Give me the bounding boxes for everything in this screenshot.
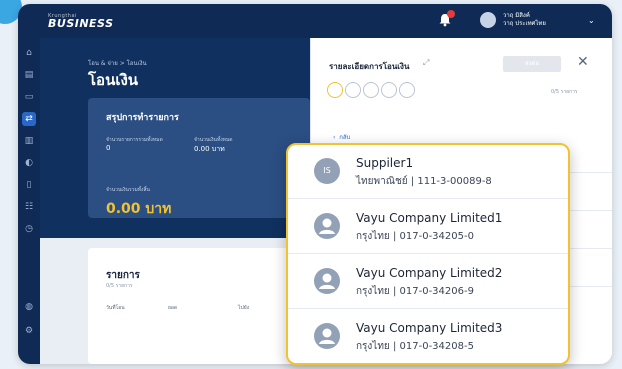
column-header[interactable]: วันที่โอน (106, 304, 125, 312)
amount-value: 0.00 บาท (194, 145, 225, 153)
back-link[interactable]: ‹ กลับ (333, 132, 350, 142)
recipient-account: กรุงไทย | 017-0-34205-0 (356, 231, 474, 242)
amount-label: จำนวนเงินทั้งหมด (194, 137, 233, 143)
page-header: โอน & จ่าย > โอนเงิน โอนเงิน สรุปการทำรา… (40, 38, 310, 238)
recipient-item[interactable]: Vayu Company Limited2 กรุงไทย | 017-0-34… (288, 255, 568, 309)
net-label: จำนวนเงินรวมทั้งสิ้น (106, 187, 150, 193)
panel-title: รายละเอียดการโอนเงิน (329, 62, 410, 71)
recipient-item[interactable]: Vayu Company Limited1 กรุงไทย | 017-0-34… (288, 200, 568, 254)
globe-icon[interactable]: ◍ (22, 300, 36, 314)
payment-icon[interactable]: ◐ (22, 156, 36, 170)
recipient-dropdown: IS Suppiler1 ไทยพาณิชย์ | 111-3-00089-8 … (286, 143, 570, 365)
close-icon[interactable]: ✕ (577, 54, 589, 70)
step-circle (327, 82, 343, 98)
step-circle (363, 82, 379, 98)
card-icon[interactable]: ▭ (22, 90, 36, 104)
home-icon[interactable]: ⌂ (22, 46, 36, 60)
back-chevron-icon: ‹ (333, 134, 336, 141)
recipient-account: ไทยพาณิชย์ | 111-3-00089-8 (356, 176, 492, 187)
recipient-account: กรุงไทย | 017-0-34208-5 (356, 341, 474, 352)
column-header[interactable]: ไปยัง (238, 304, 249, 312)
users-icon[interactable]: ☷ (22, 200, 36, 214)
user-avatar-icon (314, 268, 340, 294)
net-value: 0.00 บาท (106, 201, 172, 217)
breadcrumb[interactable]: โอน & จ่าย > โอนเงิน (88, 58, 147, 68)
user-avatar-icon (314, 213, 340, 239)
step-circle (345, 82, 361, 98)
chevron-down-icon[interactable]: ⌄ (588, 16, 595, 25)
step-circle (399, 82, 415, 98)
summary-title: สรุปการทำรายการ (106, 113, 179, 123)
list-title: รายการ (106, 270, 140, 281)
transfer-icon[interactable]: ⇄ (22, 112, 36, 126)
main-content: โอน & จ่าย > โอนเงิน โอนเงิน สรุปการทำรา… (40, 38, 310, 364)
recipient-name: Vayu Company Limited3 (356, 321, 503, 335)
count-label: จำนวนรายการรวมทั้งหมด (106, 137, 163, 143)
submit-button[interactable]: ส่งต่อ (503, 56, 561, 72)
wallet-icon[interactable]: ▤ (22, 68, 36, 82)
recipient-name: Vayu Company Limited1 (356, 211, 503, 225)
transaction-list: รายการ 0/5 รายการ วันที่โอน ยอด ไปยัง (88, 248, 310, 364)
bill-icon[interactable]: ▥ (22, 134, 36, 148)
document-icon[interactable]: ▯ (22, 178, 36, 192)
user-info[interactable]: วาฤ มิสิงค์ วาฤ ประเทศไทย (503, 12, 546, 28)
user-avatar-icon (314, 323, 340, 349)
user-avatar-icon[interactable] (480, 12, 496, 28)
recipient-name: Vayu Company Limited2 (356, 266, 503, 280)
summary-card: สรุปการทำรายการ จำนวนรายการรวมทั้งหมด 0 … (88, 98, 310, 218)
column-header[interactable]: ยอด (168, 304, 177, 312)
item-count: 0/5 รายการ (551, 89, 578, 95)
notification-badge (447, 10, 455, 18)
settings-icon[interactable]: ⚙ (22, 324, 36, 338)
recipient-account: กรุงไทย | 017-0-34206-9 (356, 286, 474, 297)
count-value: 0 (106, 144, 111, 152)
recipient-name: Suppiler1 (356, 156, 414, 170)
history-icon[interactable]: ◷ (22, 222, 36, 236)
recipient-item[interactable]: Vayu Company Limited3 กรุงไทย | 017-0-34… (288, 310, 568, 363)
recipient-item[interactable]: IS Suppiler1 ไทยพาณิชย์ | 111-3-00089-8 (288, 145, 568, 199)
list-subtitle: 0/5 รายการ (106, 283, 133, 289)
brand-logo: Krungthai BUSINESS (48, 13, 114, 30)
avatar: IS (314, 158, 340, 184)
step-indicator (327, 82, 415, 98)
step-circle (381, 82, 397, 98)
expand-icon[interactable]: ⤢ (423, 58, 429, 68)
page-title: โอนเงิน (88, 71, 139, 89)
top-bar: Krungthai BUSINESS วาฤ มิสิงค์ วาฤ ประเท… (18, 4, 612, 38)
sidebar: ⌂ ▤ ▭ ⇄ ▥ ◐ ▯ ☷ ◷ ◍ ⚙ (18, 38, 40, 364)
